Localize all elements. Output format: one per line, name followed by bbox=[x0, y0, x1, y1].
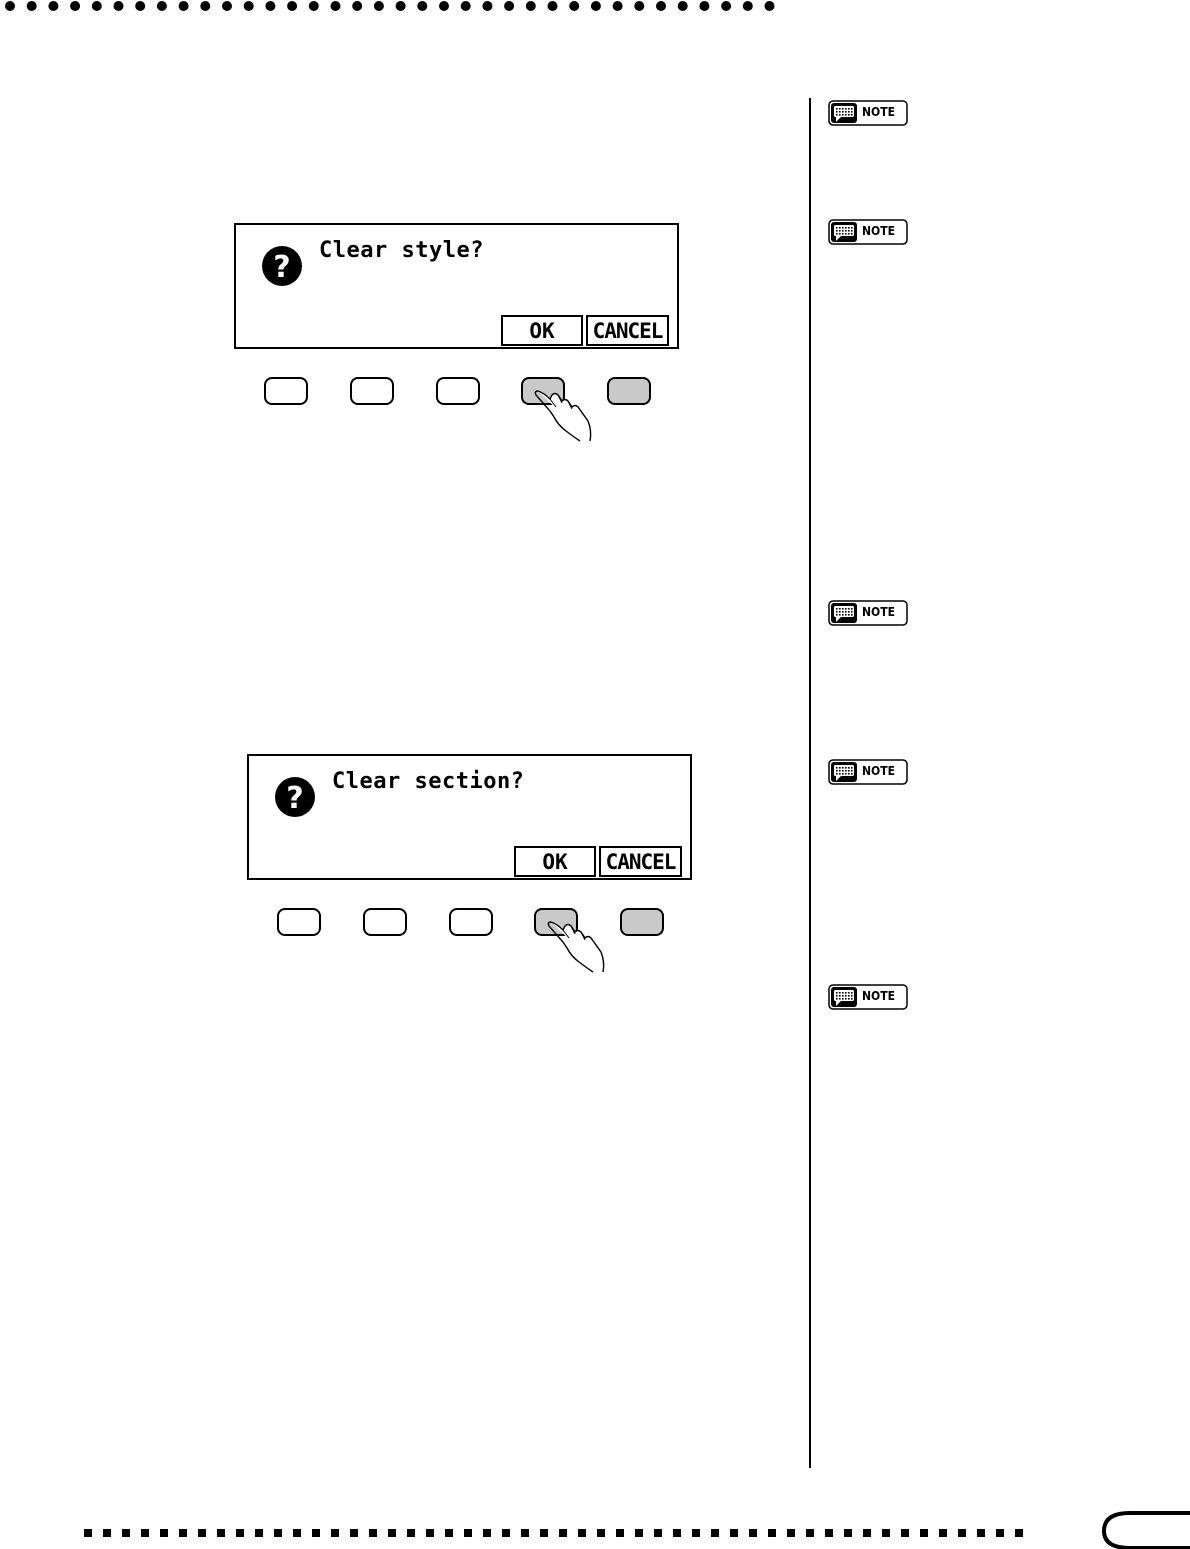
dialog-message: Clear style? bbox=[319, 238, 484, 263]
panel-button-4[interactable] bbox=[534, 908, 578, 936]
note-badge: NOTE bbox=[828, 600, 908, 626]
note-label: NOTE bbox=[862, 105, 895, 119]
lcd-dialog-clear-section: ? Clear section? OK CANCEL bbox=[247, 754, 692, 880]
ok-button[interactable]: OK bbox=[501, 315, 583, 346]
note-label: NOTE bbox=[862, 764, 895, 778]
cancel-button[interactable]: CANCEL bbox=[599, 846, 682, 877]
panel-button-1[interactable] bbox=[277, 908, 321, 936]
page-tab-shape bbox=[1101, 1511, 1190, 1549]
panel-button-row-1 bbox=[264, 377, 684, 447]
panel-button-5[interactable] bbox=[607, 377, 651, 405]
lcd-dialog-clear-style: ? Clear style? OK CANCEL bbox=[234, 223, 679, 349]
ok-button[interactable]: OK bbox=[514, 846, 596, 877]
question-icon: ? bbox=[262, 246, 302, 286]
svg-text:?: ? bbox=[286, 781, 303, 816]
panel-button-2[interactable] bbox=[350, 377, 394, 405]
top-dot-border bbox=[5, 1, 775, 11]
note-badge: NOTE bbox=[828, 100, 908, 126]
question-icon: ? bbox=[275, 777, 315, 817]
panel-button-5[interactable] bbox=[620, 908, 664, 936]
panel-button-row-2 bbox=[277, 908, 697, 978]
bottom-square-border bbox=[84, 1529, 1023, 1537]
note-badge: NOTE bbox=[828, 984, 908, 1010]
panel-button-1[interactable] bbox=[264, 377, 308, 405]
dialog-message: Clear section? bbox=[332, 769, 525, 794]
note-label: NOTE bbox=[862, 605, 895, 619]
panel-button-3[interactable] bbox=[449, 908, 493, 936]
sidebar-divider bbox=[809, 98, 811, 1468]
panel-button-4[interactable] bbox=[521, 377, 565, 405]
note-badge: NOTE bbox=[828, 759, 908, 785]
panel-button-2[interactable] bbox=[363, 908, 407, 936]
svg-text:?: ? bbox=[273, 250, 290, 285]
note-label: NOTE bbox=[862, 989, 895, 1003]
panel-button-3[interactable] bbox=[436, 377, 480, 405]
note-badge: NOTE bbox=[828, 219, 908, 245]
cancel-button[interactable]: CANCEL bbox=[586, 315, 669, 346]
note-label: NOTE bbox=[862, 224, 895, 238]
